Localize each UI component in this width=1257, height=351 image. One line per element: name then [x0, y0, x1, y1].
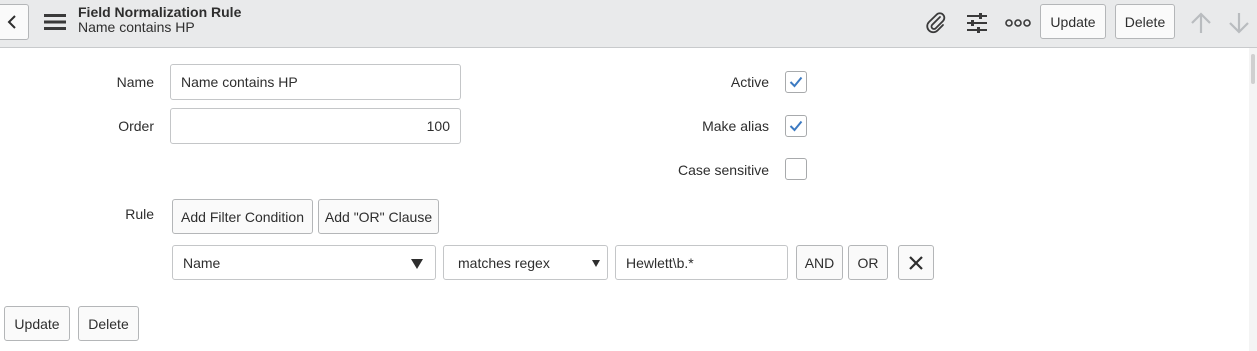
make-alias-label: Make alias [702, 118, 769, 134]
order-input[interactable]: 100 [170, 108, 461, 144]
condition-operator-select[interactable]: matches regex [443, 245, 608, 280]
or-condition-button[interactable]: OR [848, 245, 888, 280]
rule-label: Rule [125, 206, 154, 222]
sliders-icon [967, 13, 987, 33]
more-options-button[interactable] [1005, 10, 1031, 36]
and-condition-button[interactable]: AND [796, 245, 843, 280]
condition-field-select[interactable]: Name [172, 245, 436, 280]
dropdown-arrow-icon [592, 260, 600, 267]
order-label: Order [118, 118, 154, 134]
hamburger-menu-icon[interactable] [44, 12, 66, 32]
active-checkbox[interactable] [785, 71, 807, 93]
chevron-left-icon [7, 15, 16, 29]
condition-field-value: Name [183, 254, 221, 271]
condition-value-input[interactable]: Hewlett\b.* [615, 245, 788, 280]
personalize-form-button[interactable] [964, 10, 990, 36]
footer-delete-button[interactable]: Delete [78, 306, 139, 341]
close-icon [909, 255, 923, 270]
active-label: Active [730, 74, 769, 90]
page-title: Field Normalization Rule [78, 4, 242, 20]
header-update-button[interactable]: Update [1040, 4, 1106, 39]
name-label: Name [116, 74, 154, 90]
vertical-scrollbar[interactable] [1249, 48, 1257, 351]
back-button[interactable] [0, 4, 29, 40]
header-delete-button[interactable]: Delete [1115, 4, 1175, 39]
arrow-down-icon [1229, 13, 1249, 34]
previous-record-button[interactable] [1188, 10, 1214, 36]
make-alias-checkbox[interactable] [785, 115, 807, 137]
name-input[interactable]: Name contains HP [170, 64, 461, 100]
form-header: Field Normalization Rule Name contains H… [0, 0, 1257, 48]
dropdown-arrow-icon [411, 259, 423, 269]
checkmark-icon [789, 120, 803, 132]
paperclip-icon [926, 12, 946, 34]
arrow-up-icon [1191, 12, 1211, 33]
add-or-clause-button[interactable]: Add "OR" Clause [318, 199, 439, 234]
footer-update-button[interactable]: Update [4, 306, 70, 341]
more-options-icon [1005, 19, 1031, 27]
attachment-button[interactable] [923, 10, 949, 36]
condition-operator-value: matches regex [458, 254, 550, 271]
case-sensitive-checkbox[interactable] [785, 158, 807, 180]
checkmark-icon [789, 76, 803, 88]
next-record-button[interactable] [1226, 10, 1252, 36]
scrollbar-thumb[interactable] [1251, 54, 1255, 84]
title-block: Field Normalization Rule Name contains H… [78, 5, 241, 35]
add-filter-condition-button[interactable]: Add Filter Condition [172, 199, 313, 234]
remove-condition-button[interactable] [898, 245, 934, 280]
page-subtitle: Name contains HP [78, 19, 195, 35]
case-sensitive-label: Case sensitive [677, 162, 769, 178]
